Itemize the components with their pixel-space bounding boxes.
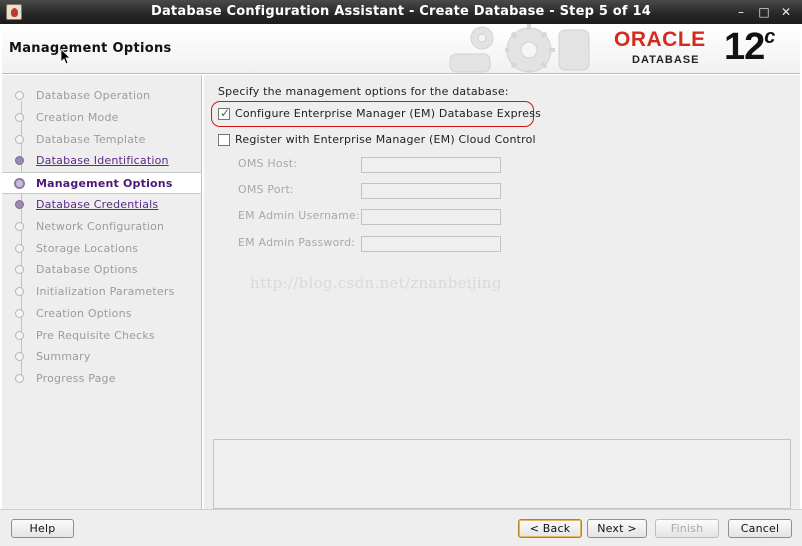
step-node-icon [15,309,24,318]
step-summary: Summary [2,346,201,368]
step-node-icon [15,156,24,165]
step-label: Summary [36,350,91,363]
step-database-identification[interactable]: Database Identification [2,150,201,172]
step-label: Initialization Parameters [36,285,175,298]
em-express-checkbox[interactable] [218,106,230,120]
step-label: Network Configuration [36,220,165,233]
page-title: Management Options [9,41,172,56]
step-link[interactable]: Database Credentials [36,198,158,211]
version-badge: 12c [724,26,775,69]
step-database-credentials[interactable]: Database Credentials [2,194,201,216]
step-initialization-parameters: Initialization Parameters [2,281,201,303]
wizard-button-bar: Help < Back Next > Finish Cancel [0,509,802,546]
step-label: Database Template [36,133,146,146]
step-network-configuration: Network Configuration [2,216,201,238]
oms-host-input[interactable] [361,157,501,173]
close-icon[interactable]: ✕ [777,3,795,21]
step-navigation: Database Operation Creation Mode Databas… [2,75,202,509]
step-node-icon [15,135,24,144]
step-management-options[interactable]: Management Options [2,172,201,194]
finish-button: Finish [655,519,719,538]
step-progress-page: Progress Page [2,368,201,390]
oracle-wordmark: ORACLE [614,28,706,51]
step-node-icon [15,113,24,122]
step-node-icon [15,352,24,361]
message-area [213,439,791,509]
next-button[interactable]: Next > [587,519,647,538]
step-database-template: Database Template [2,129,201,151]
management-options-panel: Specify the management options for the d… [204,75,800,509]
step-label: Storage Locations [36,242,139,255]
maximize-icon[interactable]: □ [755,3,773,21]
instructions-text: Specify the management options for the d… [218,85,509,98]
step-node-icon [15,331,24,340]
step-node-icon [15,287,24,296]
step-link[interactable]: Database Identification [36,154,169,167]
step-label: Pre Requisite Checks [36,329,155,342]
cloud-control-checkbox[interactable] [218,134,230,146]
minimize-icon[interactable]: – [732,3,750,21]
version-number: 12 [724,26,765,68]
watermark-text: http://blog.csdn.net/znanbeijing [250,274,502,292]
oracle-logo: ORACLE DATABASE [614,28,720,67]
oms-port-label: OMS Port: [238,183,294,196]
step-storage-locations: Storage Locations [2,238,201,260]
step-label: Progress Page [36,372,116,385]
step-label: Creation Mode [36,111,119,124]
step-node-icon [15,91,24,100]
step-creation-options: Creation Options [2,303,201,325]
step-database-operation: Database Operation [2,85,201,107]
em-admin-password-input[interactable] [361,236,501,252]
em-admin-username-label: EM Admin Username: [238,209,360,222]
mouse-cursor-icon [61,49,71,65]
window-title: Database Configuration Assistant - Creat… [150,4,652,19]
gears-graphic-icon [449,24,590,74]
oms-host-label: OMS Host: [238,157,298,170]
step-node-icon [15,374,24,383]
em-admin-username-input[interactable] [361,209,501,225]
step-label: Database Options [36,263,138,276]
step-label: Database Operation [36,89,151,102]
back-button[interactable]: < Back [518,519,582,538]
step-node-icon [15,200,24,209]
oms-port-input[interactable] [361,183,501,199]
cloud-control-label[interactable]: Register with Enterprise Manager (EM) Cl… [235,133,536,146]
step-current-node-icon [14,178,25,189]
step-label: Creation Options [36,307,132,320]
window-titlebar: Database Configuration Assistant - Creat… [0,0,802,24]
step-node-icon [15,222,24,231]
cancel-button[interactable]: Cancel [728,519,792,538]
step-label: Management Options [36,177,173,190]
em-admin-password-label: EM Admin Password: [238,236,356,249]
step-database-options: Database Options [2,259,201,281]
em-express-label[interactable]: Configure Enterprise Manager (EM) Databa… [235,107,541,120]
step-creation-mode: Creation Mode [2,107,201,129]
step-pre-requisite-checks: Pre Requisite Checks [2,325,201,347]
step-node-icon [15,265,24,274]
version-suffix: c [764,26,775,48]
page-header: Management Options ORACLE DATABASE 12c [2,24,800,74]
database-wordmark: DATABASE [632,54,700,66]
step-node-icon [15,244,24,253]
help-button[interactable]: Help [11,519,74,538]
